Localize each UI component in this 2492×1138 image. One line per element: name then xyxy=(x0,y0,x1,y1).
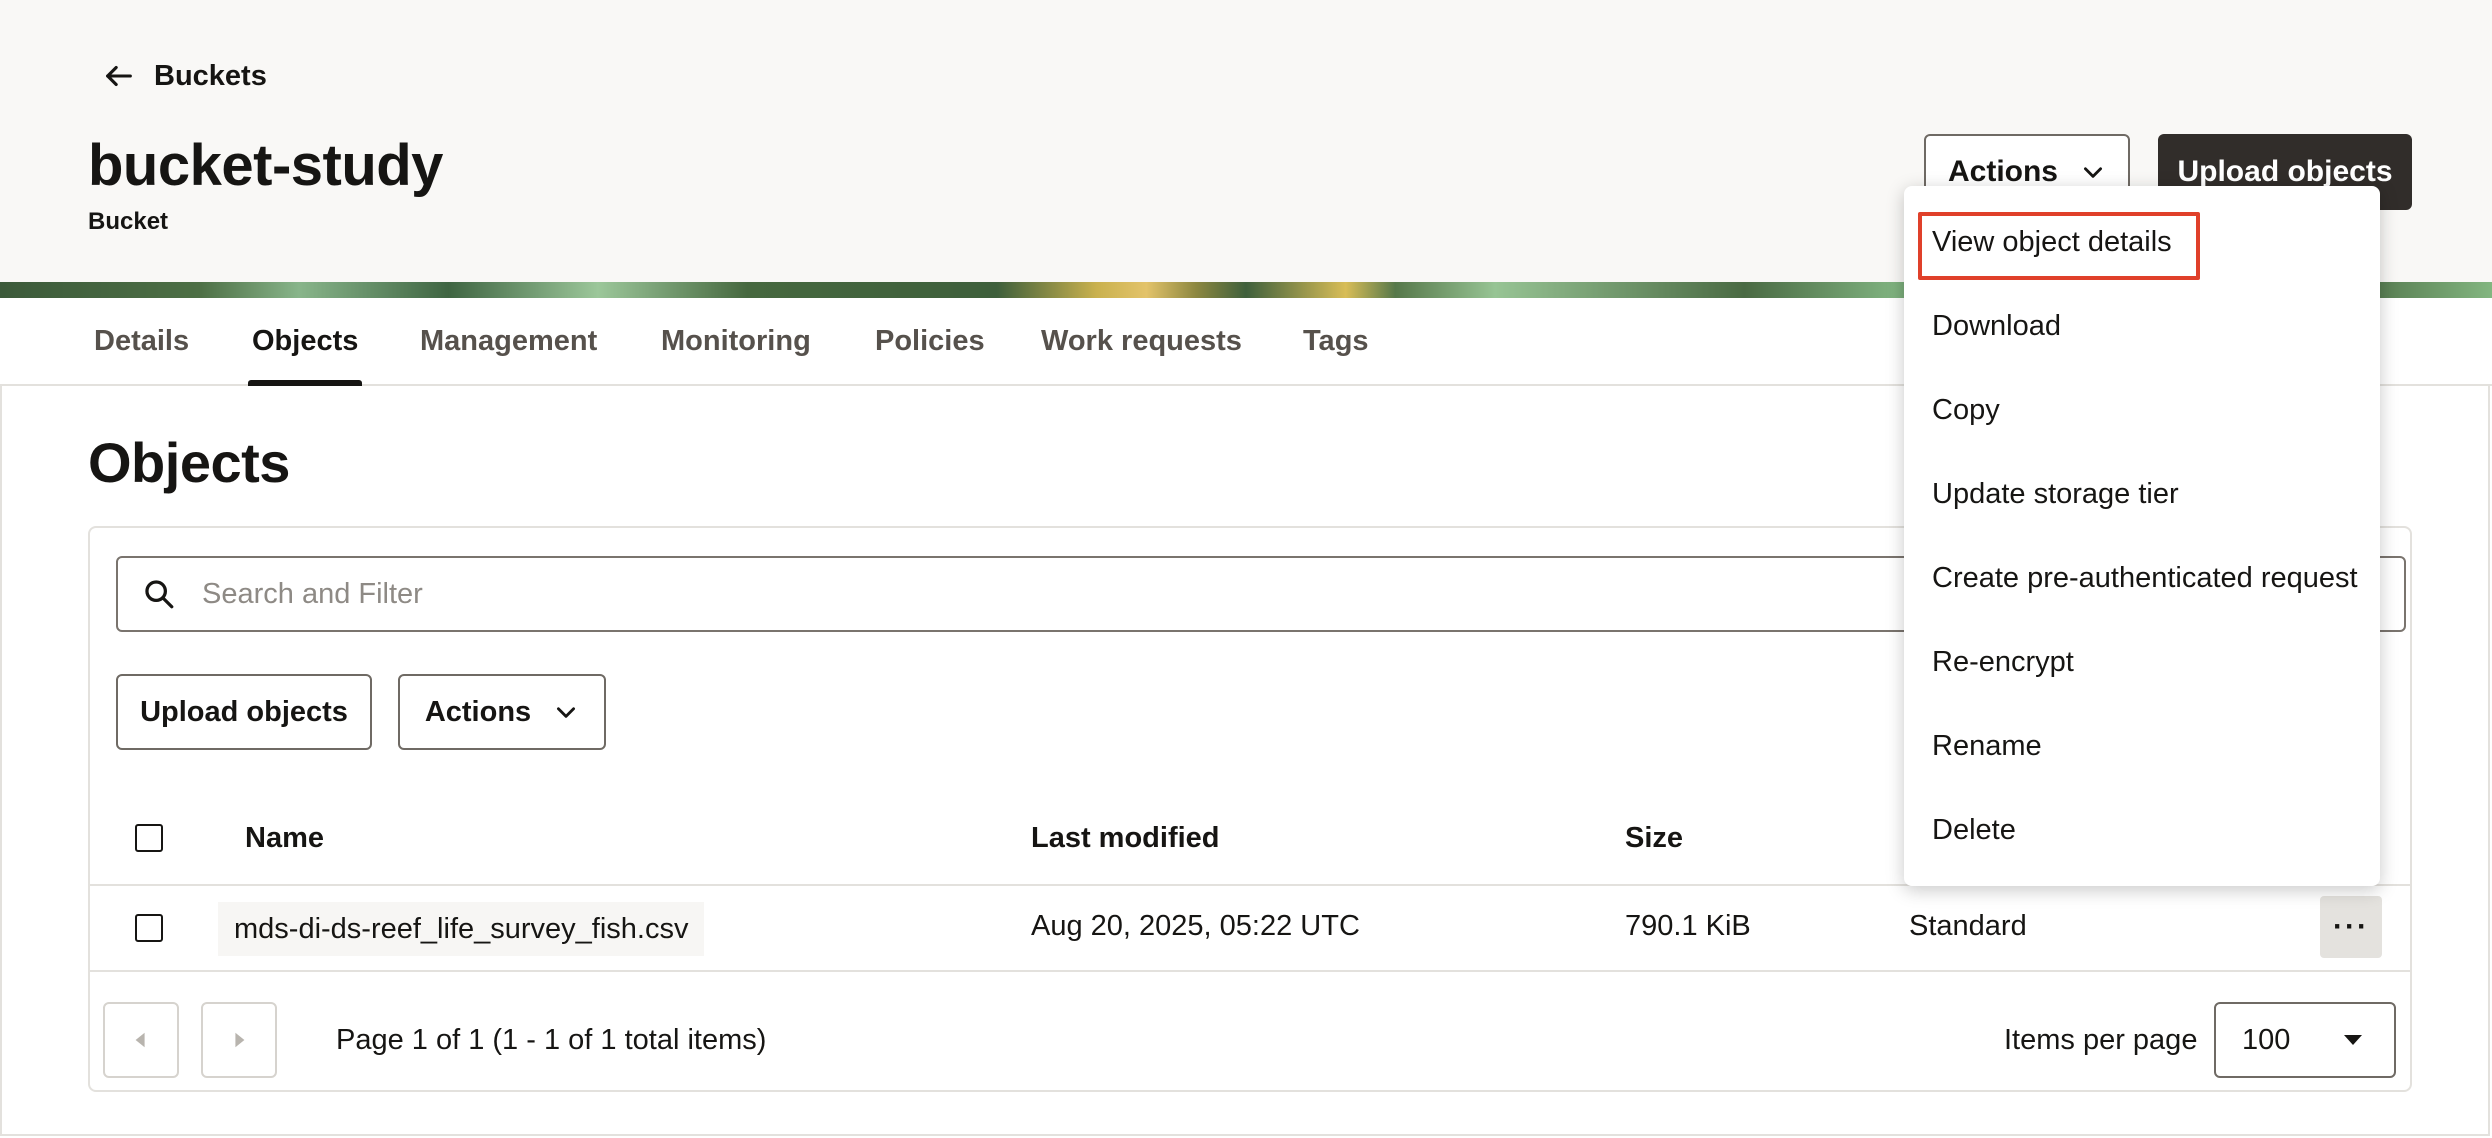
items-per-page-label: Items per page xyxy=(2004,1024,2198,1056)
row-actions-menu: View object details Download Copy Update… xyxy=(1904,186,2380,886)
row-divider xyxy=(90,970,2410,972)
row-checkbox[interactable] xyxy=(135,914,163,942)
column-header-size[interactable]: Size xyxy=(1625,822,1683,855)
back-link-label: Buckets xyxy=(154,59,267,92)
row-more-actions-button[interactable]: ··· xyxy=(2320,896,2382,958)
header-actions-label: Actions xyxy=(1947,155,2058,188)
items-per-page-select[interactable]: 100 xyxy=(2214,1002,2396,1078)
caret-left-icon xyxy=(135,1032,145,1048)
last-modified-cell: Aug 20, 2025, 05:22 UTC xyxy=(1031,910,1360,942)
select-all-checkbox[interactable] xyxy=(135,824,163,852)
size-cell: 790.1 KiB xyxy=(1625,910,1751,942)
menu-item-create-pre-authenticated-request[interactable]: Create pre-authenticated request xyxy=(1932,562,2358,595)
tab-work-requests[interactable]: Work requests xyxy=(1041,298,1242,384)
pagination-status: Page 1 of 1 (1 - 1 of 1 total items) xyxy=(336,1024,767,1056)
menu-item-copy[interactable]: Copy xyxy=(1932,394,2000,427)
actions-button[interactable]: Actions xyxy=(398,674,606,750)
items-per-page-value: 100 xyxy=(2242,1023,2291,1056)
menu-item-delete[interactable]: Delete xyxy=(1932,814,2016,847)
tab-details[interactable]: Details xyxy=(94,298,189,384)
chevron-down-icon xyxy=(2084,167,2102,178)
tab-objects[interactable]: Objects xyxy=(247,298,363,386)
menu-item-rename[interactable]: Rename xyxy=(1932,730,2042,763)
more-horizontal-icon: ··· xyxy=(2333,910,2369,943)
caret-down-icon xyxy=(2344,1035,2362,1045)
previous-page-button[interactable] xyxy=(103,1002,179,1078)
tab-monitoring[interactable]: Monitoring xyxy=(661,298,811,384)
search-icon xyxy=(145,580,174,609)
caret-right-icon xyxy=(235,1032,245,1048)
objects-section-title: Objects xyxy=(88,431,290,494)
column-header-name[interactable]: Name xyxy=(245,822,324,855)
column-header-last-modified[interactable]: Last modified xyxy=(1031,822,1220,855)
menu-item-download[interactable]: Download xyxy=(1932,310,2061,343)
menu-item-re-encrypt[interactable]: Re-encrypt xyxy=(1932,646,2074,679)
upload-objects-button[interactable]: Upload objects xyxy=(116,674,372,750)
object-name-link[interactable]: mds-di-ds-reef_life_survey_fish.csv xyxy=(218,902,705,956)
tab-tags[interactable]: Tags xyxy=(1303,298,1369,384)
arrow-left-icon xyxy=(106,65,132,87)
tab-policies[interactable]: Policies xyxy=(875,298,985,384)
next-page-button[interactable] xyxy=(201,1002,277,1078)
page-title: bucket-study xyxy=(88,133,443,198)
page-subtitle: Bucket xyxy=(88,208,169,235)
tab-management[interactable]: Management xyxy=(420,298,597,384)
chevron-down-icon xyxy=(557,707,576,718)
storage-tier-cell: Standard xyxy=(1909,910,2027,942)
menu-item-view-object-details[interactable]: View object details xyxy=(1932,226,2172,259)
actions-button-label: Actions xyxy=(424,695,532,728)
menu-item-update-storage-tier[interactable]: Update storage tier xyxy=(1932,478,2179,511)
back-to-buckets-link[interactable]: Buckets xyxy=(102,56,267,96)
search-input[interactable] xyxy=(200,576,1704,612)
